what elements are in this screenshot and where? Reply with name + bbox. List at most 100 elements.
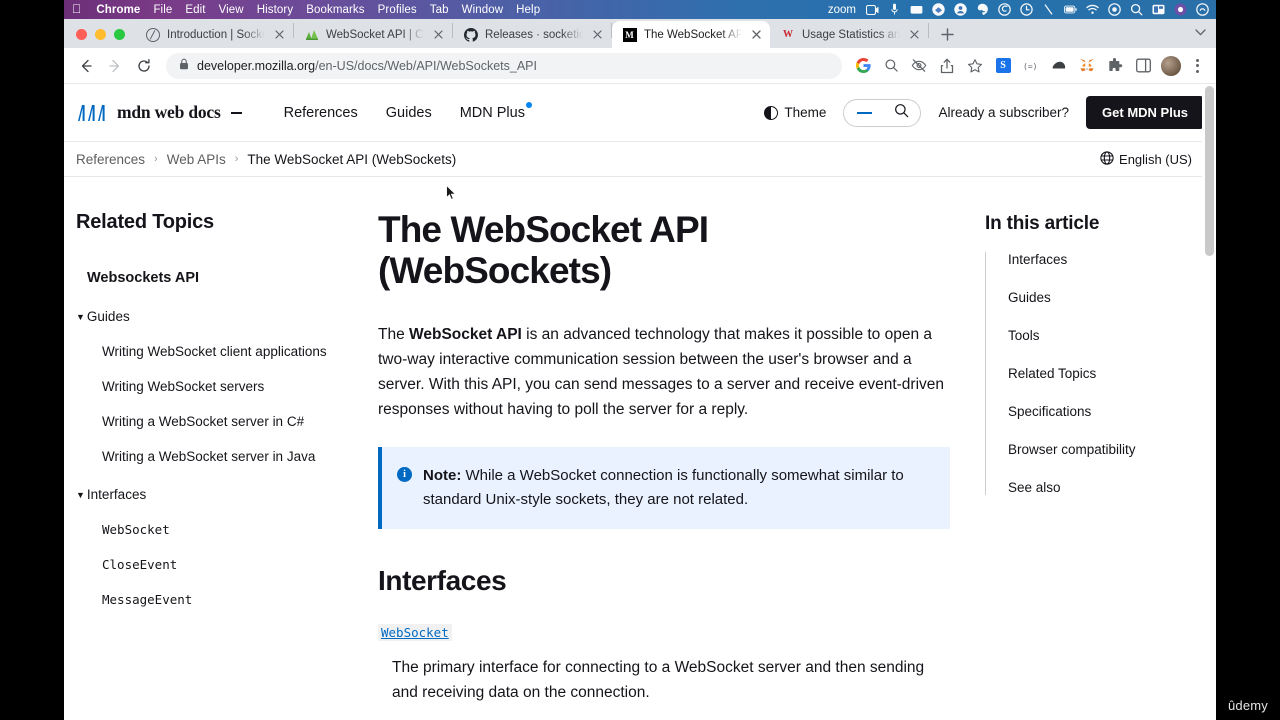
toc-item-specifications[interactable]: Specifications — [986, 404, 1204, 419]
close-tab-button[interactable] — [749, 28, 763, 42]
close-window-button[interactable] — [76, 29, 87, 40]
sidebar-section-interfaces[interactable]: ▼ Interfaces — [76, 487, 333, 502]
window-traffic-lights[interactable] — [72, 29, 135, 48]
menu-item-bookmarks[interactable]: Bookmarks — [306, 4, 364, 16]
language-selector[interactable]: English (US) — [1100, 150, 1192, 168]
sidebar-item-closeevent[interactable]: CloseEvent — [76, 557, 333, 572]
toc-item-tools[interactable]: Tools — [986, 328, 1204, 343]
menu-item-chrome[interactable]: Chrome — [96, 4, 140, 16]
browser-tab-active[interactable]: M The WebSocket API (WebSock — [612, 21, 770, 48]
menu-item-file[interactable]: File — [153, 4, 172, 16]
forward-arrow-icon[interactable] — [102, 53, 128, 79]
page-scrollbar[interactable] — [1202, 84, 1216, 720]
menu-item-view[interactable]: View — [219, 4, 244, 16]
side-panel-icon[interactable] — [1131, 54, 1155, 78]
browser-tab[interactable]: Releases · socketio/socket.io — [453, 21, 611, 48]
notification-icon[interactable] — [1174, 3, 1187, 16]
cloud-account-icon[interactable] — [954, 3, 967, 16]
sidebar-section-guides[interactable]: ▼ Guides — [76, 309, 333, 324]
sidebar-item-messageevent[interactable]: MessageEvent — [76, 592, 333, 607]
sidebar-item-writing-client-apps[interactable]: Writing WebSocket client applications — [76, 344, 333, 359]
grammar-extension-icon[interactable]: (=) — [1019, 54, 1043, 78]
toc-item-browser-compatibility[interactable]: Browser compatibility — [986, 442, 1204, 457]
clock-icon[interactable] — [1020, 3, 1033, 16]
new-tab-button[interactable] — [933, 20, 961, 48]
share-icon[interactable] — [935, 54, 959, 78]
close-tab-button[interactable] — [907, 28, 921, 42]
back-arrow-icon[interactable] — [73, 53, 99, 79]
maximize-window-button[interactable] — [114, 29, 125, 40]
breadcrumb-item-current: The WebSocket API (WebSockets) — [247, 151, 457, 167]
get-mdn-plus-button[interactable]: Get MDN Plus — [1086, 96, 1204, 129]
close-tab-button[interactable] — [431, 28, 445, 42]
browser-tab[interactable]: WebSocket API | Can I use... S — [294, 21, 452, 48]
nav-item-mdn-plus[interactable]: MDN Plus — [460, 101, 532, 121]
sidebar-item-writing-servers[interactable]: Writing WebSocket servers — [76, 379, 333, 394]
menu-item-history[interactable]: History — [257, 4, 293, 16]
menu-item-help[interactable]: Help — [516, 4, 540, 16]
google-icon[interactable] — [851, 54, 875, 78]
websocket-link[interactable]: WebSocket — [378, 624, 452, 642]
minimize-window-button[interactable] — [95, 29, 106, 40]
dark-reader-icon[interactable] — [1047, 54, 1071, 78]
nav-item-references[interactable]: References — [284, 105, 358, 121]
menu-item-edit[interactable]: Edit — [185, 4, 205, 16]
profile-avatar-icon[interactable] — [1159, 54, 1183, 78]
close-tab-button[interactable] — [590, 28, 604, 42]
zoom-status-label[interactable]: zoom — [828, 4, 856, 16]
sidebar-item-websocket[interactable]: WebSocket — [76, 522, 333, 537]
in-this-article-sidebar: In this article Interfaces Guides Tools … — [976, 187, 1216, 720]
dropbox-icon[interactable] — [932, 3, 945, 16]
menu-item-window[interactable]: Window — [462, 4, 504, 16]
close-tab-button[interactable] — [272, 28, 286, 42]
screen-record-icon[interactable] — [866, 3, 879, 16]
breadcrumb-item-references[interactable]: References — [76, 152, 145, 167]
display-icon[interactable] — [910, 3, 923, 16]
mdn-logo[interactable]: mdn web docs — [76, 102, 242, 123]
reload-icon[interactable] — [131, 53, 157, 79]
theme-contrast-icon — [764, 105, 779, 120]
chevron-down-icon: ▼ — [76, 489, 85, 500]
evernote-icon[interactable] — [976, 3, 989, 16]
backslash-icon[interactable] — [1042, 3, 1055, 16]
wifi-icon[interactable] — [1086, 3, 1099, 16]
toc-list: Interfaces Guides Tools Related Topics S… — [985, 252, 1204, 495]
breadcrumb-item-web-apis[interactable]: Web APIs — [167, 152, 226, 167]
toc-item-interfaces[interactable]: Interfaces — [986, 252, 1204, 267]
url-host: developer.mozilla.org — [197, 58, 316, 73]
chrome-menu-icon[interactable] — [1187, 55, 1207, 77]
zoom-search-icon[interactable] — [879, 54, 903, 78]
keyboard-icon[interactable] — [1152, 3, 1165, 16]
toc-item-see-also[interactable]: See also — [986, 480, 1204, 495]
s-extension-icon[interactable]: S — [991, 54, 1015, 78]
toc-item-related-topics[interactable]: Related Topics — [986, 366, 1204, 381]
metamask-fox-icon[interactable] — [1075, 54, 1099, 78]
browser-tab[interactable]: Introduction | Socket.IO — [135, 21, 293, 48]
scrollbar-thumb[interactable] — [1205, 86, 1214, 256]
spiral-icon[interactable] — [998, 3, 1011, 16]
apple-logo-icon[interactable]:  — [72, 3, 81, 16]
address-bar[interactable]: developer.mozilla.org/en-US/docs/Web/API… — [166, 52, 842, 79]
control-center-icon[interactable] — [1108, 3, 1121, 16]
search-icon[interactable] — [894, 103, 909, 123]
menu-item-tab[interactable]: Tab — [430, 4, 449, 16]
sidebar-item-server-java[interactable]: Writing a WebSocket server in Java — [76, 449, 333, 464]
breadcrumb-bar: References › Web APIs › The WebSocket AP… — [64, 141, 1216, 177]
note-label: Note: — [423, 467, 462, 485]
toc-item-guides[interactable]: Guides — [986, 290, 1204, 305]
already-subscriber-link[interactable]: Already a subscriber? — [938, 105, 1069, 120]
search-input[interactable] — [843, 98, 922, 127]
spotlight-search-icon[interactable] — [1130, 3, 1143, 16]
siri-icon[interactable] — [1196, 3, 1209, 16]
sidebar-item-server-csharp[interactable]: Writing a WebSocket server in C# — [76, 414, 333, 429]
bookmark-star-icon[interactable] — [963, 54, 987, 78]
nav-item-guides[interactable]: Guides — [386, 105, 432, 121]
menu-item-profiles[interactable]: Profiles — [378, 4, 417, 16]
eye-off-icon[interactable] — [907, 54, 931, 78]
theme-toggle-button[interactable]: Theme — [764, 105, 826, 120]
chevron-down-icon[interactable] — [1195, 23, 1206, 41]
microphone-icon[interactable] — [888, 3, 901, 16]
browser-tab[interactable]: W Usage Statistics and Market Sh — [770, 21, 928, 48]
battery-icon[interactable] — [1064, 3, 1077, 16]
extensions-puzzle-icon[interactable] — [1103, 54, 1127, 78]
